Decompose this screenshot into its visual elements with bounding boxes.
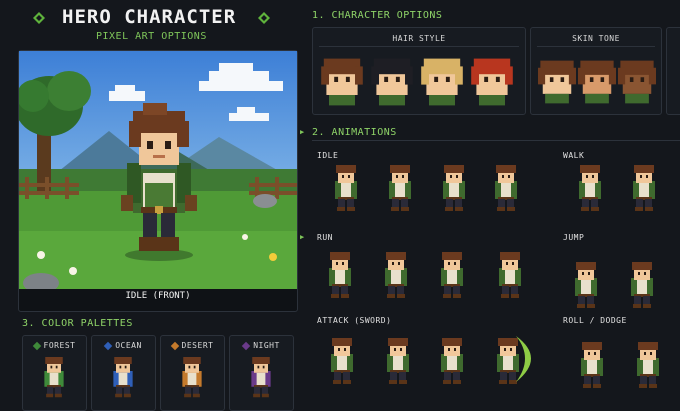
diamond-ornament-icon	[33, 12, 45, 24]
animations-heading: 2. ANIMATIONS	[312, 127, 397, 138]
attack-frame[interactable]	[326, 336, 358, 388]
idle-frame[interactable]	[330, 163, 362, 215]
hair-style-label: HAIR STYLE	[392, 34, 446, 43]
page-title: HERO CHARACTER	[62, 6, 237, 28]
palette-preview-sprite[interactable]	[247, 352, 275, 404]
jump-frame[interactable]	[626, 260, 658, 312]
attack-frame[interactable]	[436, 336, 468, 388]
hair-style-option[interactable]	[421, 56, 463, 108]
extra-options-panel	[666, 27, 680, 115]
color-palettes-heading: 3. COLOR PALETTES	[22, 318, 133, 329]
skin-tone-option[interactable]	[578, 56, 616, 108]
palette-swatch-icon	[241, 341, 251, 350]
palette-label: DESERT	[161, 341, 224, 350]
walk-frame[interactable]	[628, 163, 660, 215]
palette-name: FOREST	[43, 341, 76, 350]
anim-label-roll-dodge: ROLL / DODGE	[563, 316, 627, 325]
palette-name: NIGHT	[253, 341, 280, 350]
run-frame[interactable]	[324, 250, 356, 302]
hair-style-option[interactable]	[371, 56, 413, 108]
idle-frame[interactable]	[438, 163, 470, 215]
hair-style-option[interactable]	[321, 56, 363, 108]
diamond-ornament-icon	[258, 12, 270, 24]
page-subtitle: PIXEL ART OPTIONS	[96, 31, 207, 42]
palette-label: FOREST	[23, 341, 86, 350]
roll-frame[interactable]	[576, 340, 608, 392]
anim-label-idle: IDLE	[317, 151, 339, 160]
palette-name: OCEAN	[115, 341, 142, 350]
palette-name: DESERT	[181, 341, 214, 350]
run-frame[interactable]	[380, 250, 412, 302]
section-arrow-icon: ▶	[300, 233, 305, 241]
skin-tone-option[interactable]	[538, 56, 576, 108]
palette-preview-sprite[interactable]	[178, 352, 206, 404]
palette-swatch-icon	[170, 341, 179, 350]
run-frame[interactable]	[494, 250, 526, 302]
palette-preview-sprite[interactable]	[109, 352, 137, 404]
anim-label-run: RUN	[317, 233, 333, 242]
section-arrow-icon: ▶	[300, 128, 305, 136]
preview-caption: IDLE (FRONT)	[125, 291, 191, 301]
idle-frame[interactable]	[384, 163, 416, 215]
skin-tone-option[interactable]	[618, 56, 656, 108]
walk-frame[interactable]	[574, 163, 606, 215]
palette-preview-sprite[interactable]	[40, 352, 68, 404]
anim-label-attack-sword: ATTACK (SWORD)	[317, 316, 392, 325]
palette-label: NIGHT	[230, 341, 293, 350]
anim-label-walk: WALK	[563, 151, 585, 160]
attack-frame[interactable]	[382, 336, 414, 388]
hero-scene	[19, 51, 297, 289]
skin-tone-label: SKIN TONE	[572, 34, 620, 43]
palette-swatch-icon	[103, 341, 113, 350]
hair-style-option[interactable]	[471, 56, 513, 108]
palette-label: OCEAN	[92, 341, 155, 350]
character-options-heading: 1. CHARACTER OPTIONS	[312, 10, 443, 21]
jump-frame[interactable]	[570, 260, 602, 312]
hero-preview-panel: IDLE (FRONT)	[18, 50, 298, 312]
idle-frame[interactable]	[490, 163, 522, 215]
anim-label-jump: JUMP	[563, 233, 585, 242]
roll-frame[interactable]	[632, 340, 664, 392]
run-frame[interactable]	[436, 250, 468, 302]
sword-slash-effect	[516, 336, 531, 382]
palette-swatch-icon	[32, 341, 41, 350]
